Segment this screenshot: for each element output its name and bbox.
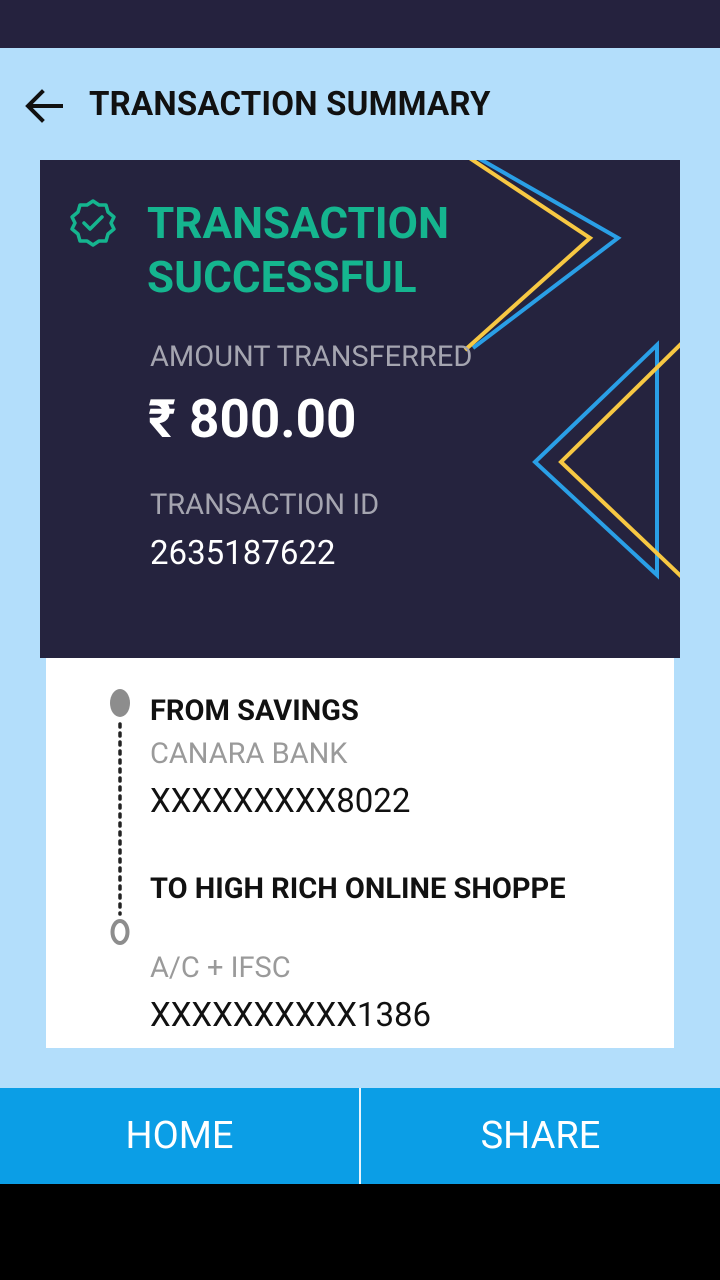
transaction-id-label: TRANSACTION ID [150, 488, 380, 522]
bottom-action-bar: HOME SHARE [0, 1088, 720, 1184]
back-button[interactable] [20, 82, 68, 130]
from-account-title: FROM SAVINGS [150, 694, 359, 728]
share-button[interactable]: SHARE [361, 1088, 720, 1184]
check-badge-icon [70, 199, 116, 247]
from-account-number: XXXXXXXXX8022 [150, 782, 411, 821]
home-button[interactable]: HOME [0, 1088, 359, 1184]
amount-label: AMOUNT TRANSFERRED [150, 340, 473, 374]
transaction-status-card: TRANSACTION SUCCESSFUL AMOUNT TRANSFERRE… [40, 160, 680, 658]
app-header: TRANSACTION SUMMARY [0, 48, 720, 160]
timeline-start-dot [110, 689, 130, 717]
timeline-end-dot [110, 919, 130, 945]
transfer-details-card: FROM SAVINGS CANARA BANK XXXXXXXXX8022 T… [46, 658, 674, 1048]
status-bar [0, 0, 720, 48]
to-account-title: TO HIGH RICH ONLINE SHOPPE [150, 872, 566, 906]
system-navigation-bar [0, 1184, 720, 1280]
transaction-status: TRANSACTION SUCCESSFUL [147, 197, 450, 303]
page-title: TRANSACTION SUMMARY [89, 85, 491, 124]
arrow-left-icon [25, 89, 63, 123]
from-bank-name: CANARA BANK [150, 737, 348, 771]
transaction-id-value: 2635187622 [150, 534, 336, 573]
amount-value: ₹ 800.00 [148, 388, 357, 450]
to-account-type: A/C + IFSC [150, 951, 291, 985]
transfer-timeline [110, 689, 130, 945]
to-account-number: XXXXXXXXXX1386 [150, 996, 432, 1035]
